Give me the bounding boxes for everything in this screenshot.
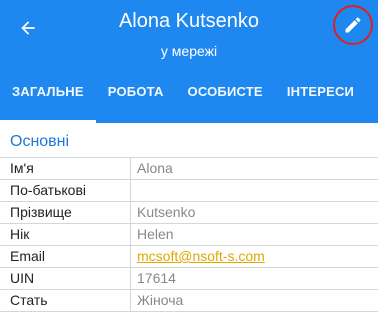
online-status: у мережі bbox=[160, 43, 218, 59]
app-header: Alona Kutsenko у мережі ЗАГАЛЬНЕ РОБОТА … bbox=[0, 0, 378, 123]
email-link[interactable]: mcsoft@nsoft-s.com bbox=[131, 246, 265, 267]
field-label: По-батькові bbox=[0, 180, 131, 201]
field-row-uin: UIN 17614 bbox=[0, 268, 378, 290]
field-row-gender: Стать Жіноча bbox=[0, 290, 378, 312]
section-title: Основні bbox=[0, 127, 378, 158]
field-value bbox=[131, 180, 137, 201]
tab-more[interactable]: ДО bbox=[366, 70, 378, 123]
field-label: Прізвище bbox=[0, 202, 131, 223]
field-label: Email bbox=[0, 246, 131, 267]
field-label: Ім'я bbox=[0, 158, 131, 179]
field-value: Kutsenko bbox=[137, 204, 196, 220]
tab-general[interactable]: ЗАГАЛЬНЕ bbox=[0, 70, 96, 123]
field-label: UIN bbox=[0, 268, 131, 289]
field-value: Alona bbox=[137, 160, 173, 176]
field-value: Helen bbox=[137, 226, 174, 242]
field-row-nick: Нік Helen bbox=[0, 224, 378, 246]
profile-content: Основні Ім'я Alona По-батькові Прізвище … bbox=[0, 123, 378, 312]
field-row-patronymic: По-батькові bbox=[0, 180, 378, 202]
tab-personal[interactable]: ОСОБИСТЕ bbox=[176, 70, 275, 123]
tab-work[interactable]: РОБОТА bbox=[96, 70, 176, 123]
profile-tabs: ЗАГАЛЬНЕ РОБОТА ОСОБИСТЕ ІНТЕРЕСИ ДО bbox=[0, 70, 378, 123]
field-value: 17614 bbox=[137, 270, 176, 286]
tab-interests[interactable]: ІНТЕРЕСИ bbox=[275, 70, 366, 123]
field-row-first-name: Ім'я Alona bbox=[0, 158, 378, 180]
pencil-icon bbox=[345, 17, 361, 33]
field-value: Жіноча bbox=[137, 292, 184, 308]
field-row-email: Email mcsoft@nsoft-s.com bbox=[0, 246, 378, 268]
field-label: Стать bbox=[0, 290, 131, 311]
field-row-last-name: Прізвище Kutsenko bbox=[0, 202, 378, 224]
edit-button[interactable] bbox=[333, 5, 373, 45]
contact-name: Alona Kutsenko bbox=[118, 10, 260, 32]
field-label: Нік bbox=[0, 224, 131, 245]
